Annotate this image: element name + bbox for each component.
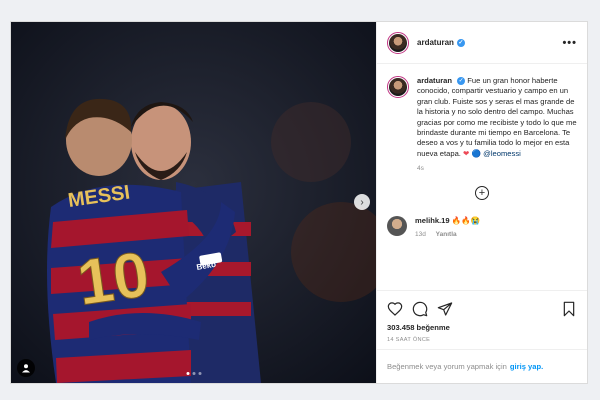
reply-button[interactable]: Yanıtla (436, 231, 457, 238)
author-avatar[interactable] (387, 31, 409, 54)
post-side-panel: ardaturan ✓ ••• ardaturan ✓ Fue un gran h… (376, 22, 587, 383)
caption-text: ardaturan ✓ Fue un gran honor haberte co… (417, 76, 577, 159)
barca-crest-icon: 🔵 (471, 148, 482, 158)
commenter-avatar[interactable] (387, 216, 407, 237)
share-paper-plane-icon[interactable] (437, 301, 453, 317)
plus-circle-icon[interactable]: + (475, 186, 489, 201)
author-username[interactable]: ardaturan ✓ (417, 38, 465, 47)
tagged-users-button[interactable] (17, 359, 35, 377)
action-icons (387, 297, 577, 321)
carousel-dot (192, 372, 195, 375)
red-heart-icon: ❤ (463, 148, 470, 158)
next-photo-button[interactable]: › (354, 194, 370, 210)
load-more-comments[interactable]: + (387, 186, 577, 201)
caption-body: Fue un gran honor haberte conocido, comp… (417, 76, 577, 158)
bookmark-save-icon[interactable] (561, 301, 577, 317)
jersey-number: 10 (73, 238, 154, 319)
comment-emoji: 🔥🔥😭 (451, 216, 481, 226)
post-caption: ardaturan ✓ Fue un gran honor haberte co… (387, 76, 577, 172)
comment-item: melihk.19 🔥🔥😭 13d Yanıtla (387, 216, 577, 238)
login-prompt: Beğenmek veya yorum yapmak için giriş ya… (377, 349, 587, 383)
verified-badge-icon: ✓ (456, 38, 465, 47)
more-options-icon[interactable]: ••• (562, 37, 577, 49)
post-actions: 303.458 beğenme 14 SAAT ÖNCE (377, 290, 587, 343)
verified-badge-icon: ✓ (457, 77, 466, 85)
post-time: 14 SAAT ÖNCE (387, 337, 431, 343)
instagram-post: MESSI 10 Beko › ardaturan ✓ ••• ardatura… (10, 21, 588, 384)
like-heart-icon[interactable] (387, 301, 403, 317)
caption-mention[interactable]: @leomessi (483, 149, 521, 158)
comment-bubble-icon[interactable] (412, 301, 428, 317)
person-icon (22, 364, 30, 373)
carousel-indicators (186, 372, 201, 375)
login-prompt-text: Beğenmek veya yorum yapmak için (387, 362, 507, 371)
author-username-text[interactable]: ardaturan (417, 38, 454, 47)
login-link[interactable]: giriş yap. (510, 362, 543, 371)
carousel-dot (186, 372, 189, 375)
comments-section: ardaturan ✓ Fue un gran honor haberte co… (377, 64, 587, 290)
comment-age: 13d (415, 231, 426, 239)
caption-avatar[interactable] (387, 76, 409, 98)
comment-text: melihk.19 🔥🔥😭 (415, 216, 480, 225)
caption-username[interactable]: ardaturan (417, 76, 452, 85)
commenter-username[interactable]: melihk.19 (415, 216, 450, 225)
post-photo[interactable]: MESSI 10 Beko › (11, 22, 376, 383)
photo-illustration: MESSI 10 Beko (11, 22, 376, 383)
carousel-dot (198, 372, 201, 375)
caption-timestamp: 4s (417, 165, 424, 173)
chevron-right-icon: › (360, 196, 364, 208)
likes-count[interactable]: 303.458 beğenme (387, 323, 577, 332)
post-header: ardaturan ✓ ••• (377, 22, 587, 64)
comment-meta: 13d Yanıtla (415, 231, 480, 238)
